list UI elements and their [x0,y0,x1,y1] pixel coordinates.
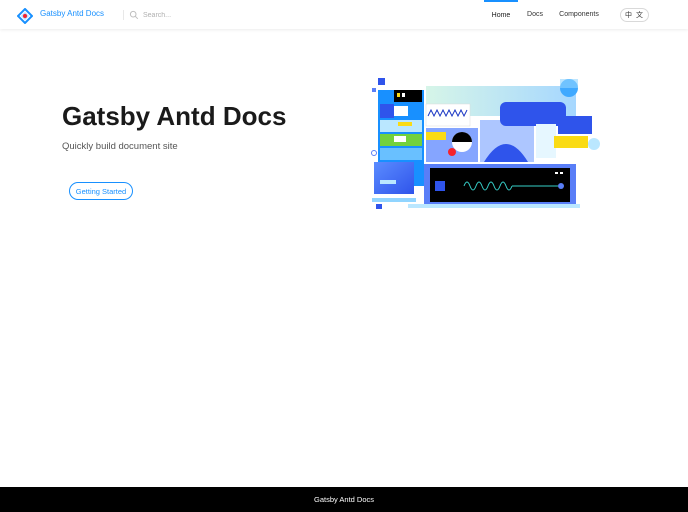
ant-design-logo-icon[interactable] [17,8,33,24]
footer-text: Gatsby Antd Docs [313,495,375,504]
nav-components[interactable]: Components [555,0,603,29]
hero-title: Gatsby Antd Docs [62,101,287,131]
language-toggle-button[interactable]: 中 文 [620,8,649,22]
nav-home[interactable]: Home [484,0,518,29]
hero-subtitle: Quickly build document site [62,141,178,152]
search-input[interactable] [143,11,263,19]
search-box[interactable] [129,8,263,22]
search-icon [129,10,139,20]
getting-started-button[interactable]: Getting Started [69,182,133,200]
brand-title[interactable]: Gatsby Antd Docs [40,9,104,18]
top-header: Gatsby Antd Docs Home Docs Components 中 … [0,0,688,29]
hero-illustration [371,78,600,209]
header-divider [123,10,124,20]
nav-docs[interactable]: Docs [522,0,548,29]
footer: Gatsby Antd Docs [0,487,688,512]
